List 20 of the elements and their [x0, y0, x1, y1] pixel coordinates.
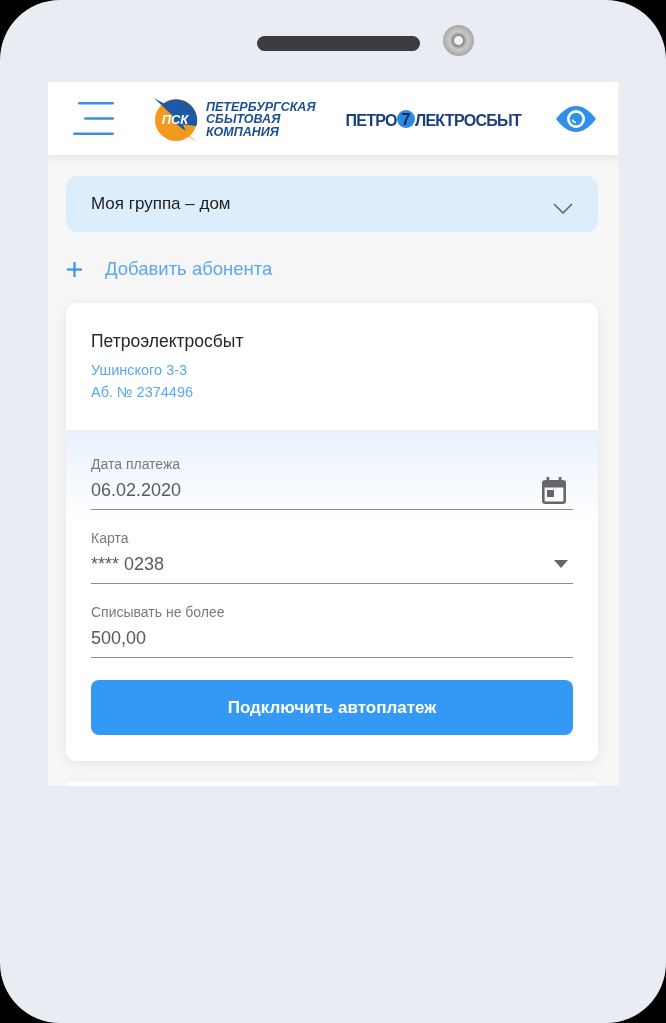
- group-select[interactable]: Моя группа – дом: [66, 176, 598, 232]
- speaker-icon: [257, 35, 420, 51]
- address-text: Ушинского 3-3: [91, 361, 189, 380]
- camera-icon: [443, 24, 474, 56]
- account-number: Аб. № 2374496: [91, 383, 195, 402]
- select-field[interactable]: Карта **** 0238: [91, 529, 573, 584]
- chevron-down-icon: [553, 202, 573, 214]
- plus-icon: [67, 261, 82, 277]
- provider-name: Петроэлектросбыт: [91, 330, 245, 353]
- field-label: Дата платежа: [91, 455, 182, 473]
- calendar-icon[interactable]: [541, 476, 567, 504]
- menu-icon[interactable]: [73, 102, 114, 135]
- input-field[interactable]: Списывать не более 500,00: [91, 603, 573, 658]
- caret-down-icon[interactable]: [554, 560, 568, 568]
- brand-logo: ПЕТРО 7 ЛЕКТРОСБЫТ: [345, 111, 522, 130]
- company-name: ПЕТЕРБУРГСКАЯ СБЫТОВАЯ КОМПАНИЯ: [206, 100, 316, 139]
- eye-icon[interactable]: [555, 105, 597, 132]
- field-label: Списывать не более: [91, 603, 226, 621]
- field-label: Карта: [91, 529, 130, 547]
- date-field[interactable]: Дата платежа 06.02.2020: [91, 455, 573, 510]
